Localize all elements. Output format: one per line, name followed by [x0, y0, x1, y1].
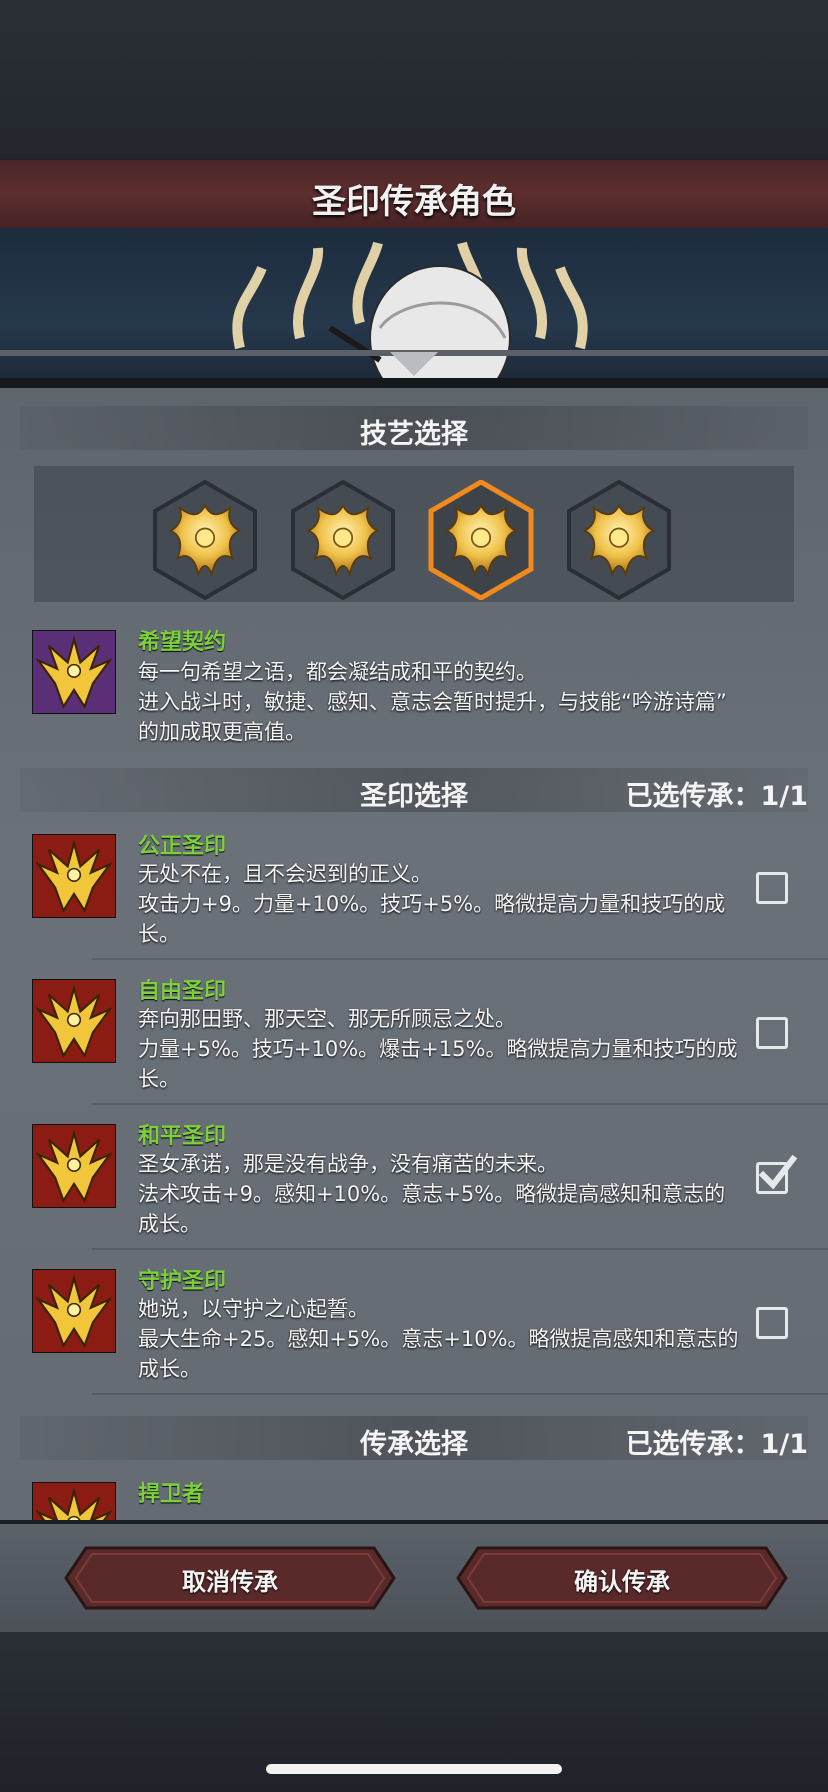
skill-desc-line: 的加成取更高值。: [138, 720, 306, 744]
character-portrait-strip: [0, 228, 828, 388]
seal-item-peace[interactable]: 和平圣印 圣女承诺，那是没有战争，没有痛苦的未来。 法术攻击+9。感知+10%。…: [32, 1118, 828, 1250]
confirm-inherit-label: 确认传承: [574, 1568, 670, 1596]
confirm-inherit-button[interactable]: 确认传承: [456, 1546, 788, 1610]
divider: [92, 1248, 828, 1250]
inherit-item-defender[interactable]: 捍卫者: [32, 1476, 792, 1520]
seal-desc-line: 她说，以守护之心起誓。: [138, 1297, 369, 1321]
seal-section-header: 圣印选择 已选传承：1/1: [20, 768, 808, 812]
seal-checkbox[interactable]: [756, 872, 788, 904]
skill-name: 希望契约: [138, 630, 227, 655]
freedom-seal-icon: [32, 979, 116, 1063]
skill-section-header: 技艺选择: [20, 406, 808, 450]
seal-desc-line: 最大生命+25。感知+5%。意志+10%。略微提高感知和意志的: [138, 1327, 739, 1351]
checkmark-icon: [758, 1155, 797, 1190]
skill-detail: 希望契约 每一句希望之语，都会凝结成和平的契约。 进入战斗时，敏捷、感知、意志会…: [32, 624, 792, 744]
divider: [92, 958, 828, 960]
title-banner: 圣印传承角色: [0, 160, 828, 231]
guardian-seal-icon: [32, 1269, 116, 1353]
seal-item-justice[interactable]: 公正圣印 无处不在，且不会迟到的正义。 攻击力+9。力量+10%。技巧+5%。略…: [32, 828, 828, 960]
top-backdrop: [0, 0, 828, 160]
divider: [92, 1393, 828, 1395]
skill-selector-box: [34, 466, 794, 602]
seal-name: 守护圣印: [138, 1269, 227, 1294]
seal-desc-line: 力量+5%。技巧+10%。爆击+15%。略微提高力量和技巧的成: [138, 1037, 738, 1061]
seal-desc-line: 长。: [138, 1067, 180, 1091]
skill-option-3-selected[interactable]: [428, 480, 534, 600]
portrait-pointer-icon: [390, 352, 438, 376]
inherit-name: 捍卫者: [138, 1482, 205, 1507]
home-indicator[interactable]: [266, 1764, 562, 1774]
seal-desc-line: 成长。: [138, 1212, 201, 1236]
seal-name: 公正圣印: [138, 834, 227, 859]
skill-option-1[interactable]: [152, 480, 258, 600]
seal-desc-line: 长。: [138, 922, 180, 946]
cancel-inherit-label: 取消传承: [182, 1568, 278, 1596]
skill-section-label: 技艺选择: [360, 419, 468, 450]
seal-checkbox-checked[interactable]: [756, 1155, 797, 1194]
seal-item-freedom[interactable]: 自由圣印 奔向那田野、那天空、那无所顾忌之处。 力量+5%。技巧+10%。爆击+…: [32, 973, 828, 1105]
skill-option-4[interactable]: [566, 480, 672, 600]
main-panel: 技艺选择 希望契约 每一句希望之语，都会凝结成和平的契约。 进入战斗时，敏捷、感…: [0, 388, 828, 1520]
skill-option-2[interactable]: [290, 480, 396, 600]
seal-desc-line: 奔向那田野、那天空、那无所顾忌之处。: [138, 1007, 516, 1031]
skill-desc-line: 每一句希望之语，都会凝结成和平的契约。: [138, 660, 537, 684]
seal-desc-line: 成长。: [138, 1357, 201, 1381]
seal-desc-line: 圣女承诺，那是没有战争，没有痛苦的未来。: [138, 1152, 558, 1176]
inherit-selected-count: 已选传承：1/1: [625, 1429, 808, 1460]
seal-checkbox[interactable]: [756, 1017, 788, 1049]
seal-selected-count: 已选传承：1/1: [625, 781, 808, 812]
seal-desc-line: 攻击力+9。力量+10%。技巧+5%。略微提高力量和技巧的成: [138, 892, 726, 916]
inherit-section-header: 传承选择 已选传承：1/1: [20, 1416, 808, 1460]
justice-seal-icon: [32, 834, 116, 918]
seal-name: 自由圣印: [138, 979, 227, 1004]
seal-item-guardian[interactable]: 守护圣印 她说，以守护之心起誓。 最大生命+25。感知+5%。意志+10%。略微…: [32, 1263, 828, 1395]
seal-desc-line: 无处不在，且不会迟到的正义。: [138, 862, 432, 886]
skill-desc-line: 进入战斗时，敏捷、感知、意志会暂时提升，与技能“吟游诗篇”: [138, 690, 727, 714]
cancel-inherit-button[interactable]: 取消传承: [64, 1546, 396, 1610]
portrait-rail-shadow: [0, 378, 828, 388]
peace-seal-icon: [32, 1124, 116, 1208]
seal-desc-line: 法术攻击+9。感知+10%。意志+5%。略微提高感知和意志的: [138, 1182, 726, 1206]
hope-pact-icon: [32, 630, 116, 714]
seal-checkbox[interactable]: [756, 1307, 788, 1339]
action-bar: 取消传承 确认传承: [0, 1520, 828, 1636]
page-title: 圣印传承角色: [312, 182, 516, 222]
seal-name: 和平圣印: [138, 1124, 227, 1149]
divider: [92, 1103, 828, 1105]
defender-icon: [32, 1482, 116, 1520]
